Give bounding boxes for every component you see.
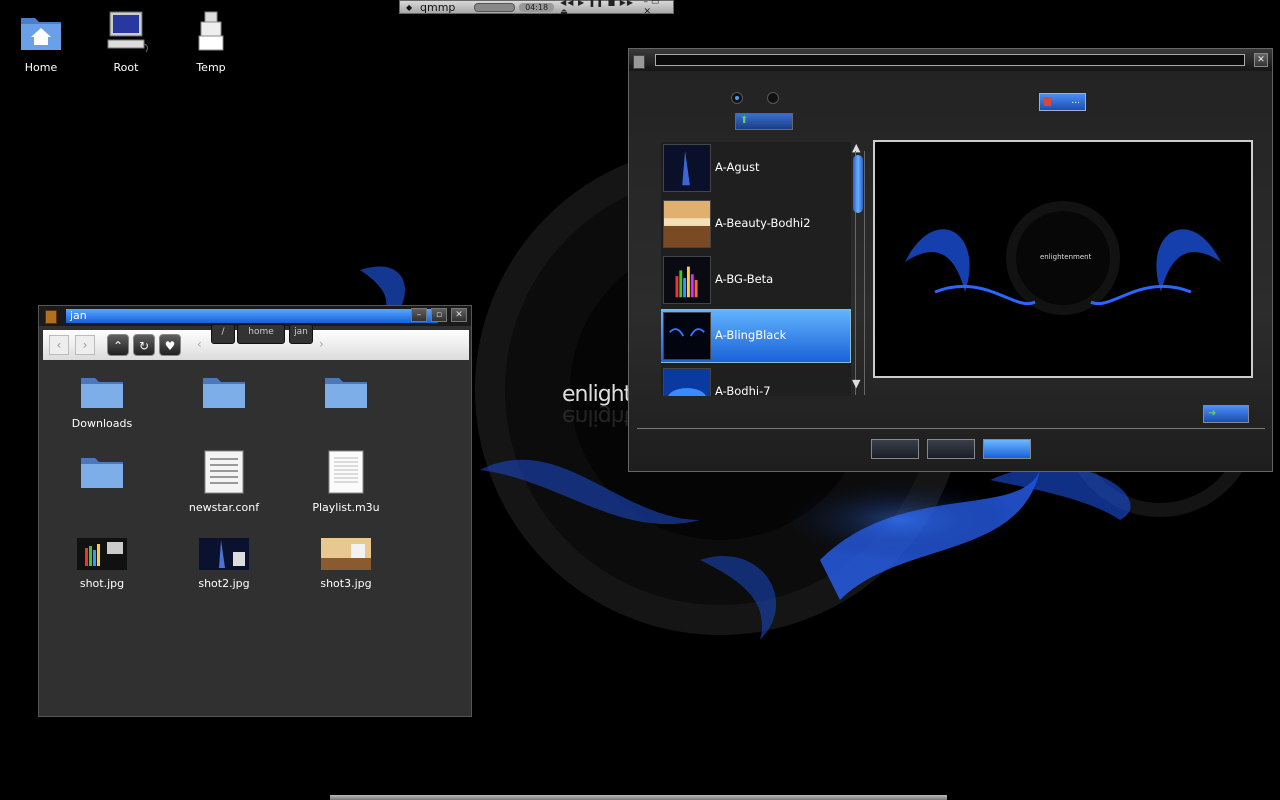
dialog-body: ⬆ ... A-Agust A-Beauty-Bodhi2 A-BG-Beta … <box>629 71 1272 471</box>
file-item-image[interactable]: shot3.jpg <box>291 538 401 590</box>
file-item-folder[interactable] <box>47 454 157 497</box>
theme-item[interactable]: A-Agust <box>661 142 851 196</box>
maximize-button[interactable]: ▫ <box>431 308 447 322</box>
ok-button[interactable] <box>871 439 919 459</box>
image-thumbnail <box>199 538 249 570</box>
file-label: newstar.conf <box>188 501 260 514</box>
theme-preview: enlightenment <box>873 140 1253 378</box>
file-manager-app-icon[interactable] <box>45 310 57 324</box>
file-label: shot2.jpg <box>198 577 250 590</box>
file-grid: Downloads newstar.conf Playlist.m3u shot… <box>39 364 471 716</box>
refresh-button[interactable]: ↻ <box>133 334 155 356</box>
breadcrumb-home[interactable]: home <box>237 324 285 344</box>
theme-thumbnail <box>663 144 711 192</box>
qmmp-controls[interactable]: ◀◀ ▶ ❚❚ ■ ▶▶ ⏏ <box>560 0 643 16</box>
image-thumbnail <box>77 538 127 570</box>
back-button[interactable]: ‹ <box>49 335 69 355</box>
theme-name: A-Agust <box>715 160 760 174</box>
desktop-icon-label: Home <box>24 61 58 74</box>
import-label: ... <box>1071 96 1080 106</box>
import-icon <box>1044 97 1051 106</box>
theme-item[interactable]: A-Beauty-Bodhi2 <box>661 198 851 252</box>
file-item-folder[interactable] <box>291 374 401 417</box>
radio-personal[interactable] <box>731 92 743 104</box>
file-label: shot.jpg <box>79 577 125 590</box>
file-item-config[interactable]: newstar.conf <box>169 450 279 514</box>
theme-thumbnail <box>663 256 711 304</box>
preview-logo: enlightenment <box>1040 253 1092 261</box>
file-item-image[interactable]: shot.jpg <box>47 538 157 590</box>
file-item-folder[interactable]: Downloads <box>47 374 157 430</box>
file-manager-titlebar[interactable]: jan – ▫ ✕ <box>39 306 471 326</box>
parent-dir-button[interactable]: ⌃ <box>107 334 129 356</box>
file-item-image[interactable]: shot2.jpg <box>169 538 279 590</box>
breadcrumb-left-arrow[interactable]: ‹ <box>197 337 202 351</box>
home-folder-icon <box>21 18 61 50</box>
import-button[interactable]: ... <box>1039 93 1086 111</box>
minimize-button[interactable]: – <box>411 308 427 322</box>
desktop-icon-temp[interactable]: Temp <box>176 10 246 74</box>
theme-item[interactable]: A-Bodhi-7 <box>661 366 851 396</box>
theme-list: A-Agust A-Beauty-Bodhi2 A-BG-Beta A-Blin… <box>661 142 851 396</box>
desktop-icon-label: Root <box>113 61 139 74</box>
breadcrumb-jan[interactable]: jan <box>289 324 313 344</box>
theme-thumbnail <box>663 368 711 396</box>
theme-name: A-BG-Beta <box>715 272 774 286</box>
breadcrumb-root[interactable]: / <box>211 324 235 344</box>
dialog-title <box>655 54 1245 66</box>
qmmp-menu-icon[interactable]: ◆ <box>406 3 412 12</box>
config-file-icon <box>204 450 244 494</box>
upload-button[interactable]: ⬆ <box>735 113 793 130</box>
desktop-icon-home[interactable]: Home <box>6 10 76 74</box>
folder-icon <box>325 378 367 408</box>
radio-system[interactable] <box>767 92 779 104</box>
theme-selector-dialog: ✕ ⬆ ... A-Agust A-Beauty-Bodhi2 A-BG-Bet… <box>628 48 1273 472</box>
computer-icon <box>107 11 149 53</box>
folder-icon <box>81 378 123 408</box>
desktop-icon-label: Temp <box>196 61 226 74</box>
document-icon <box>328 450 364 494</box>
qmmp-time: 04:18 <box>519 2 555 12</box>
forward-button[interactable]: › <box>75 335 95 355</box>
file-item-document[interactable]: Playlist.m3u <box>291 450 401 514</box>
close-dialog-button[interactable] <box>983 439 1031 459</box>
file-manager-title: jan <box>66 309 438 323</box>
file-manager-toolbar: ‹ › ⌃ ↻ ♥ ‹ / home jan › <box>43 324 469 360</box>
bottom-shelf[interactable] <box>330 795 947 800</box>
theme-item-selected[interactable]: A-BlingBlack <box>661 309 851 364</box>
breadcrumb-right-arrow[interactable]: › <box>319 337 324 351</box>
qmmp-window-buttons[interactable]: – ▭ ✕ <box>644 0 673 17</box>
theme-thumbnail <box>663 312 711 360</box>
scroll-down-arrow[interactable]: ▼ <box>852 377 860 390</box>
close-button[interactable]: ✕ <box>451 308 467 322</box>
apply-theme-button[interactable]: ➜ <box>1203 405 1249 423</box>
theme-name: A-Bodhi-7 <box>715 384 771 396</box>
qmmp-title: qmmp <box>420 0 456 14</box>
theme-name: A-Beauty-Bodhi2 <box>715 216 811 230</box>
desktop-icon-root[interactable]: Root <box>91 10 161 74</box>
favorites-button[interactable]: ♥ <box>159 334 181 356</box>
qmmp-seek-slider[interactable] <box>474 2 516 12</box>
file-label: Downloads <box>71 417 133 430</box>
theme-name: A-BlingBlack <box>715 328 787 342</box>
scrollbar-thumb[interactable] <box>853 155 863 213</box>
qmmp-player[interactable]: ◆ qmmp 04:18 ◀◀ ▶ ❚❚ ■ ▶▶ ⏏ – ▭ ✕ <box>399 0 674 17</box>
theme-thumbnail <box>663 200 711 248</box>
file-item-folder[interactable] <box>169 374 279 417</box>
file-label: Playlist.m3u <box>312 501 380 514</box>
file-label: shot3.jpg <box>320 577 372 590</box>
dialog-app-icon[interactable] <box>633 55 645 69</box>
folder-icon <box>81 458 123 488</box>
theme-item[interactable]: A-BG-Beta <box>661 254 851 308</box>
dialog-titlebar[interactable]: ✕ <box>629 49 1272 71</box>
image-thumbnail <box>321 538 371 570</box>
file-manager-window: jan – ▫ ✕ ‹ › ⌃ ↻ ♥ ‹ / home jan › Downl… <box>38 305 472 717</box>
close-button[interactable]: ✕ <box>1254 53 1268 67</box>
temp-folder-icon <box>198 11 224 51</box>
apply-button[interactable] <box>927 439 975 459</box>
folder-icon <box>203 378 245 408</box>
dialog-separator <box>637 428 1265 429</box>
